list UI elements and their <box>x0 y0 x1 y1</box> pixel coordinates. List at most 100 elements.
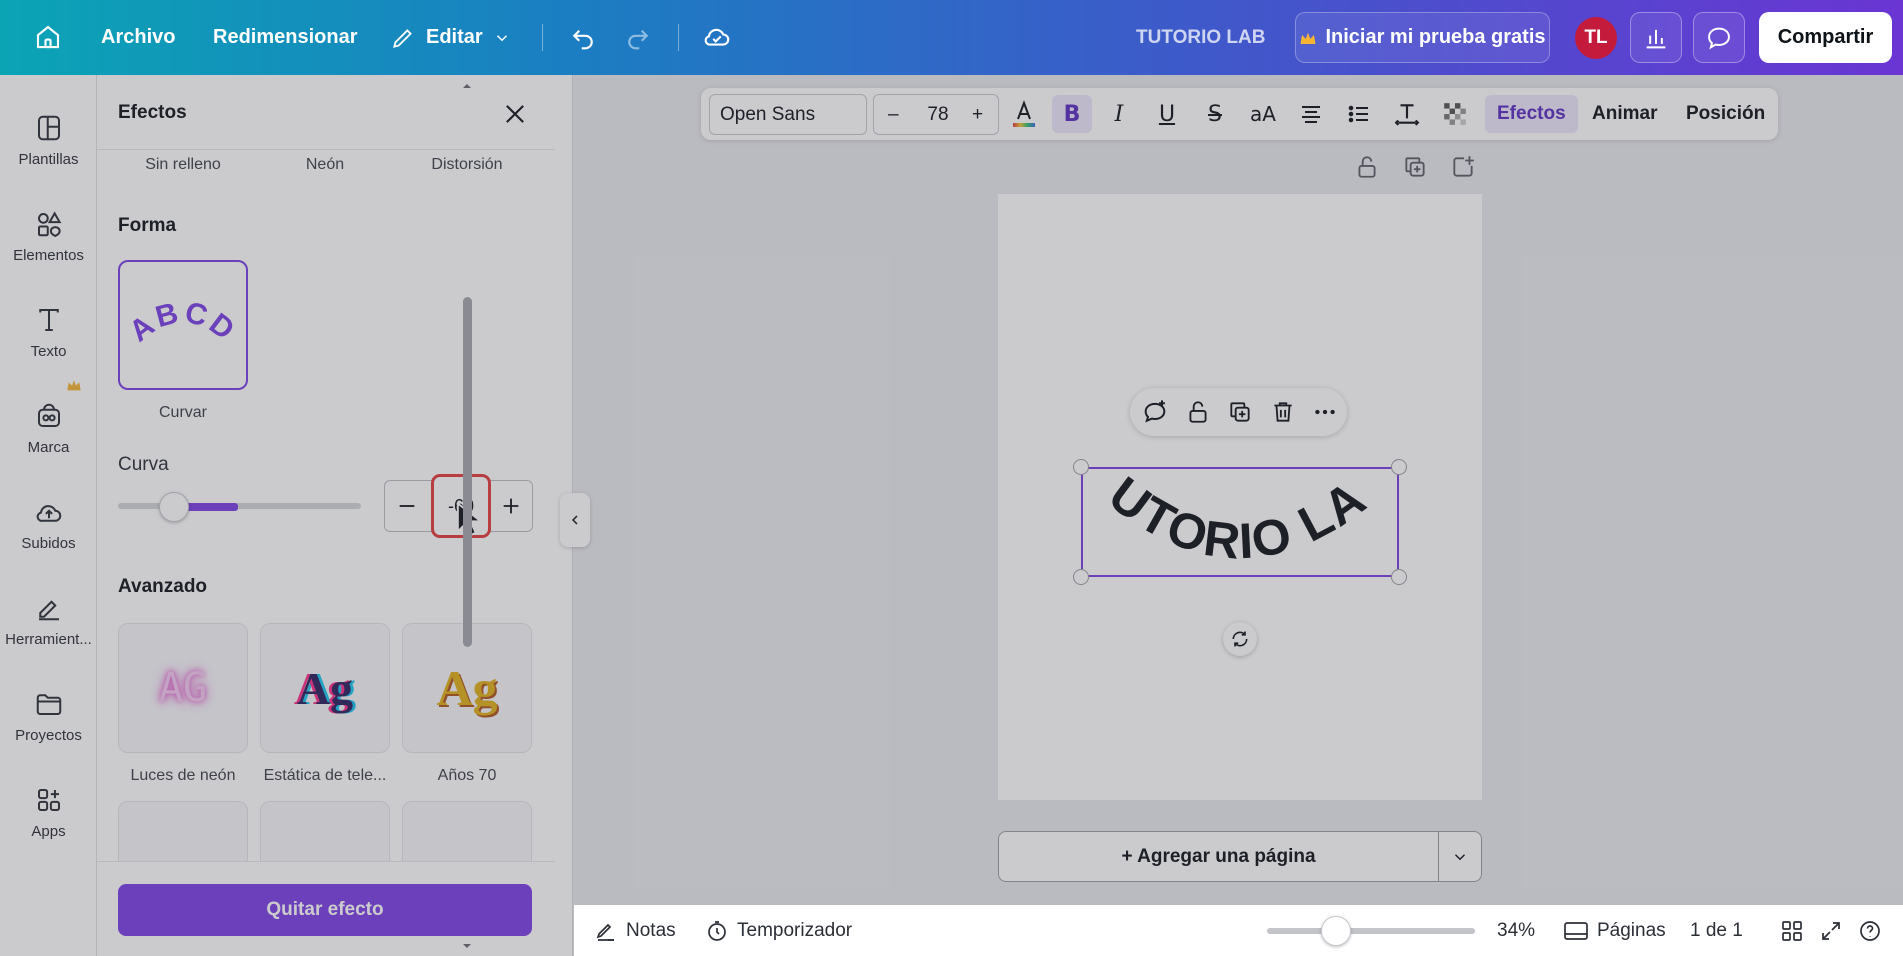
underline-button[interactable]: U <box>1147 95 1187 133</box>
resize-handle[interactable] <box>1073 459 1089 475</box>
effect-card-partial[interactable] <box>118 801 248 861</box>
effect-sin-relleno-label[interactable]: Sin relleno <box>118 156 248 174</box>
increase-button[interactable] <box>489 481 533 531</box>
rail-item-subidos[interactable]: Subidos <box>0 479 97 569</box>
transparency-button[interactable] <box>1435 95 1475 133</box>
rail-item-apps[interactable]: Apps <box>0 767 97 857</box>
curved-text-preview: ABCD <box>128 296 238 349</box>
pages-button[interactable]: Páginas <box>1563 905 1666 956</box>
text-color-button[interactable] <box>1004 95 1044 133</box>
trial-label: Iniciar mi prueba gratis <box>1325 26 1546 48</box>
avatar[interactable]: TL <box>1575 17 1617 59</box>
remove-effect-button[interactable]: Quitar efecto <box>118 884 532 936</box>
rotate-handle[interactable] <box>1223 622 1257 656</box>
zoom-value[interactable]: 34% <box>1497 905 1535 956</box>
curve-slider-thumb[interactable] <box>159 492 189 522</box>
menu-archivo[interactable]: Archivo <box>101 0 175 75</box>
menu-editar[interactable]: Editar <box>390 0 511 75</box>
font-size-input[interactable]: 78 <box>924 104 952 126</box>
rail-label: Proyectos <box>15 726 82 744</box>
zoom-slider-track[interactable] <box>1267 928 1475 934</box>
duplicate-icon[interactable] <box>1225 397 1255 427</box>
curve-label: Curva <box>118 454 169 475</box>
position-button[interactable]: Posición <box>1674 95 1777 133</box>
help-icon[interactable] <box>1858 905 1882 956</box>
add-page-icon[interactable] <box>1450 154 1476 180</box>
delete-icon[interactable] <box>1268 397 1298 427</box>
cloud-saved-icon[interactable] <box>702 22 732 52</box>
effect-preview: AG <box>158 665 208 711</box>
divider <box>97 149 555 150</box>
effect-neon-lights-card[interactable]: AG <box>118 623 248 753</box>
spacing-button[interactable] <box>1387 95 1427 133</box>
rail-item-elementos[interactable]: Elementos <box>0 191 97 281</box>
minus-icon <box>399 505 415 507</box>
comments-button[interactable] <box>1693 12 1745 63</box>
duplicate-page-icon[interactable] <box>1402 154 1428 180</box>
insights-button[interactable] <box>1630 12 1682 63</box>
curved-text[interactable]: TUTORIO LAB <box>1081 462 1399 582</box>
rail-item-texto[interactable]: Texto <box>0 287 97 377</box>
rail-item-plantillas[interactable]: Plantillas <box>0 95 97 185</box>
add-page-main[interactable]: + Agregar una página <box>999 832 1439 881</box>
list-button[interactable] <box>1339 95 1379 133</box>
rail-label: Subidos <box>21 534 76 552</box>
editar-label: Editar <box>426 26 483 48</box>
lock-icon[interactable] <box>1183 397 1213 427</box>
plus-icon <box>503 498 519 514</box>
scroll-up-icon[interactable] <box>461 80 473 92</box>
home-icon[interactable] <box>33 22 63 52</box>
templates-icon <box>37 115 60 140</box>
effects-button[interactable]: Efectos <box>1485 95 1578 133</box>
rail-item-herramientas[interactable]: Herramient... <box>0 575 97 665</box>
curve-slider-track[interactable] <box>118 503 361 509</box>
left-rail: Plantillas Elementos Texto Marca Subidos… <box>0 75 97 956</box>
font-selector[interactable]: Open Sans <box>709 94 867 135</box>
trial-button[interactable]: Iniciar mi prueba gratis <box>1295 12 1550 63</box>
scroll-down-icon[interactable] <box>461 940 473 952</box>
fullscreen-icon[interactable] <box>1819 905 1843 956</box>
effect-neon-label[interactable]: Neón <box>260 156 390 174</box>
notes-label: Notas <box>626 919 676 941</box>
resize-handle[interactable] <box>1391 459 1407 475</box>
add-page-options[interactable] <box>1439 832 1481 881</box>
decrease-button[interactable] <box>385 481 429 531</box>
timer-button[interactable]: Temporizador <box>705 905 852 956</box>
close-icon[interactable] <box>501 100 529 128</box>
bar-chart-icon <box>1646 29 1666 48</box>
italic-button[interactable]: I <box>1099 95 1139 133</box>
effect-preview: Ag <box>296 662 354 714</box>
grid-view-icon[interactable] <box>1780 905 1804 956</box>
font-size-decrease[interactable]: – <box>888 104 899 126</box>
pencil-icon <box>393 28 412 48</box>
more-options-icon[interactable] <box>1310 397 1340 427</box>
resize-handle[interactable] <box>1073 569 1089 585</box>
zoom-slider-thumb[interactable] <box>1321 916 1351 946</box>
notes-button[interactable]: Notas <box>594 905 676 956</box>
page-count[interactable]: 1 de 1 <box>1690 905 1743 956</box>
scrollbar-thumb[interactable] <box>463 297 472 647</box>
animate-button[interactable]: Animar <box>1580 95 1669 133</box>
rail-item-marca[interactable]: Marca <box>0 383 97 473</box>
font-size-increase[interactable]: + <box>972 104 983 126</box>
effect-label: Luces de neón <box>130 767 236 784</box>
collapse-panel-button[interactable] <box>560 493 590 547</box>
align-button[interactable] <box>1291 95 1331 133</box>
document-title[interactable]: TUTORIO LAB <box>1136 0 1265 75</box>
menu-redimensionar[interactable]: Redimensionar <box>213 0 357 75</box>
lock-page-icon[interactable] <box>1354 154 1380 180</box>
strikethrough-button[interactable]: S <box>1195 95 1235 133</box>
section-forma: Forma <box>118 215 177 236</box>
undo-icon[interactable] <box>568 22 598 52</box>
effect-static-tv-card[interactable]: Ag <box>260 623 390 753</box>
effect-card-partial[interactable] <box>260 801 390 861</box>
letter-case-button[interactable]: aA <box>1243 95 1283 133</box>
rail-label: Plantillas <box>18 150 79 168</box>
rail-item-proyectos[interactable]: Proyectos <box>0 671 97 761</box>
shape-curvar-card[interactable]: ABCD <box>118 260 248 390</box>
bold-button[interactable]: B <box>1052 95 1092 133</box>
add-comment-icon[interactable] <box>1140 397 1170 427</box>
resize-handle[interactable] <box>1391 569 1407 585</box>
redo-icon[interactable] <box>623 22 653 52</box>
share-button[interactable]: Compartir <box>1759 12 1892 63</box>
